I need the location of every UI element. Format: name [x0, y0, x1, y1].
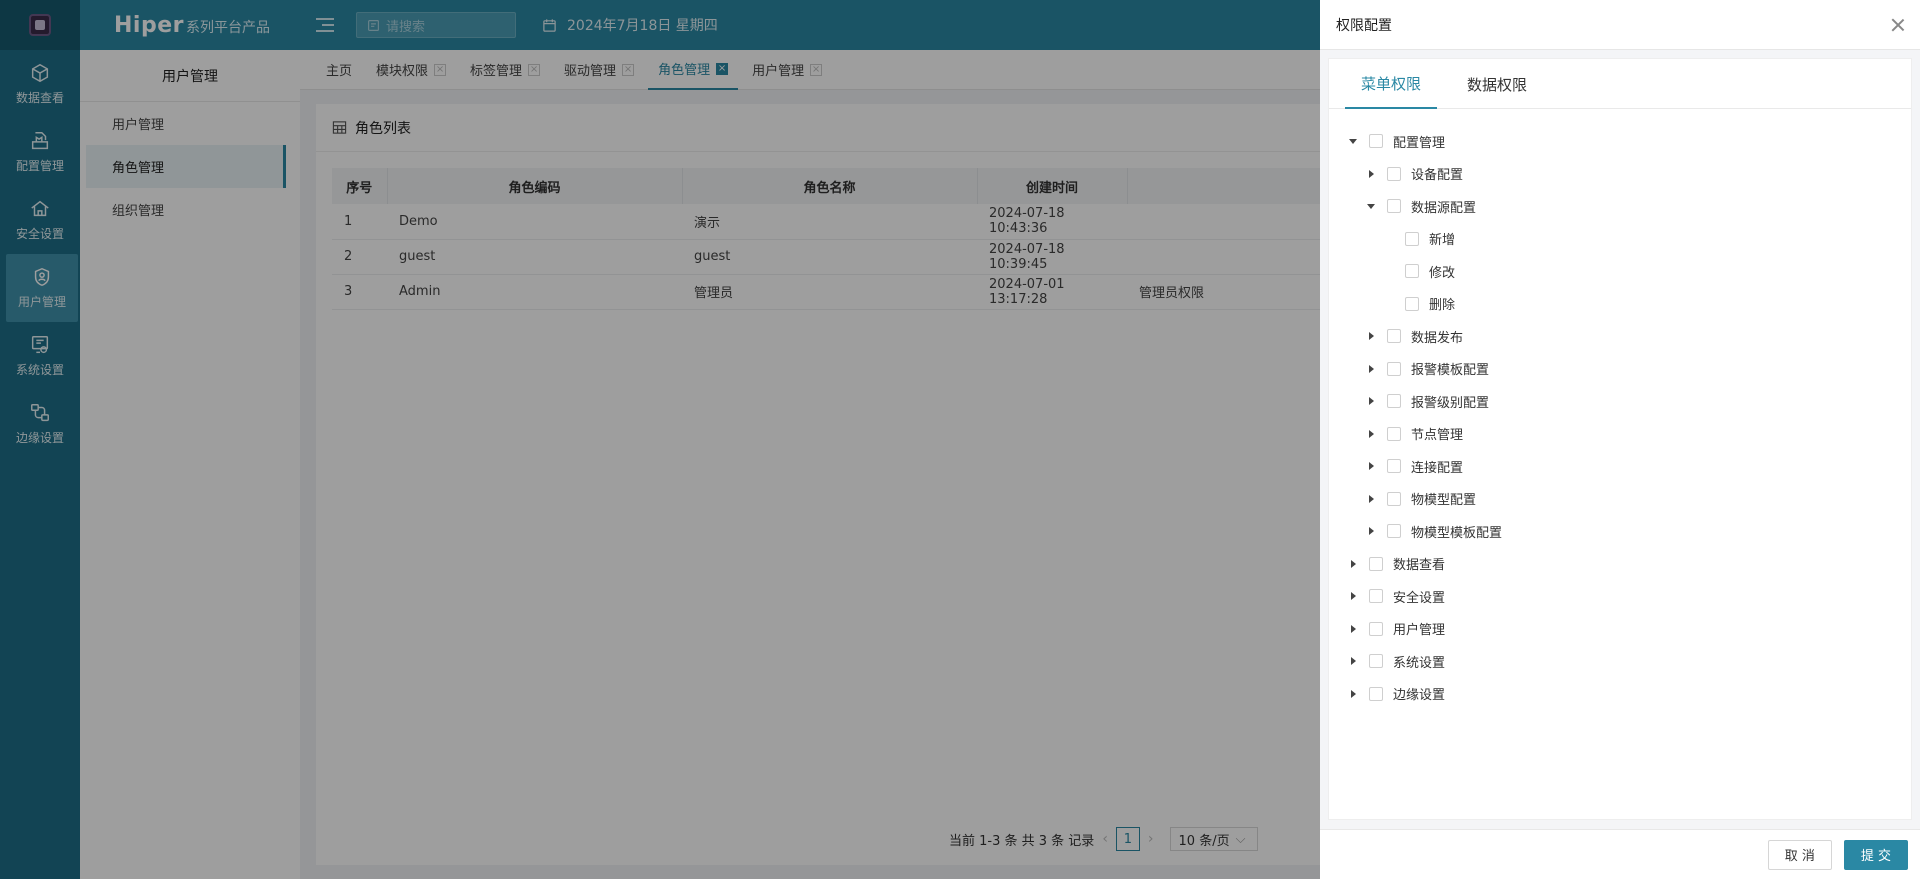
tree-node-checkbox[interactable]	[1369, 556, 1383, 571]
tree-node-checkbox[interactable]	[1387, 394, 1401, 409]
submit-button[interactable]: 提 交	[1843, 839, 1908, 870]
tree-node-label: 边缘设置	[1393, 688, 1446, 704]
caret-right-icon[interactable]	[1369, 462, 1374, 471]
caret-right-icon[interactable]	[1369, 397, 1374, 406]
tree-node-checkbox[interactable]	[1369, 589, 1383, 604]
caret-right-icon[interactable]	[1351, 624, 1356, 633]
cancel-button[interactable]: 取 消	[1767, 839, 1832, 870]
tree-node-label: 系统设置	[1393, 655, 1446, 671]
drawer-footer: 取 消 提 交	[1320, 829, 1920, 879]
tree-node-label: 报警级别配置	[1411, 395, 1490, 411]
tree-node[interactable]: 新增	[1329, 223, 1911, 256]
modal-mask[interactable]	[0, 0, 1320, 879]
close-icon[interactable]	[1890, 17, 1906, 33]
tree-node-checkbox[interactable]	[1387, 426, 1401, 441]
tree-node-checkbox[interactable]	[1387, 329, 1401, 344]
drawer-header: 权限配置	[1320, 0, 1920, 50]
tree-node[interactable]: 数据发布	[1329, 320, 1911, 353]
tree-node[interactable]: 数据源配置	[1329, 190, 1911, 223]
tree-node[interactable]: 数据查看	[1329, 548, 1911, 581]
caret-right-icon[interactable]	[1369, 527, 1374, 536]
tree-node-label: 安全设置	[1393, 590, 1446, 606]
tree-node-checkbox[interactable]	[1405, 231, 1419, 246]
tree-node-label: 数据发布	[1411, 330, 1464, 346]
drawer-title: 权限配置	[1336, 17, 1392, 34]
permission-tabs: 菜单权限 数据权限	[1329, 59, 1911, 109]
tree-node-label: 物模型配置	[1411, 493, 1477, 509]
caret-right-icon[interactable]	[1351, 689, 1356, 698]
caret-down-icon[interactable]	[1367, 203, 1375, 209]
tree-node[interactable]: 边缘设置	[1329, 678, 1911, 711]
tree-node-label: 配置管理	[1393, 135, 1446, 151]
tree-node[interactable]: 配置管理	[1329, 125, 1911, 158]
caret-right-icon[interactable]	[1369, 364, 1374, 373]
tab-data-permissions[interactable]: 数据权限	[1451, 59, 1543, 109]
tree-node[interactable]: 报警模板配置	[1329, 353, 1911, 386]
tree-node-label: 物模型模板配置	[1411, 525, 1503, 541]
tree-node[interactable]: 安全设置	[1329, 580, 1911, 613]
tree-node-checkbox[interactable]	[1369, 621, 1383, 636]
tab-menu-permissions[interactable]: 菜单权限	[1345, 59, 1438, 109]
caret-right-icon[interactable]	[1369, 429, 1374, 438]
tree-node[interactable]: 修改	[1329, 255, 1911, 288]
tree-node-label: 设备配置	[1411, 168, 1464, 184]
tree-node-checkbox[interactable]	[1369, 134, 1383, 149]
caret-right-icon[interactable]	[1369, 494, 1374, 503]
caret-down-icon[interactable]	[1349, 138, 1357, 144]
tree-node-label: 数据源配置	[1411, 200, 1477, 216]
tree-node-label: 节点管理	[1411, 428, 1464, 444]
tree-node-label: 报警模板配置	[1411, 363, 1490, 379]
tree-node[interactable]: 报警级别配置	[1329, 385, 1911, 418]
tree-node-label: 数据查看	[1393, 558, 1446, 574]
tree-node-label: 修改	[1429, 265, 1456, 281]
drawer-body: 菜单权限 数据权限 配置管理设备配置数据源配置新增修改删除数据发布报警模板配置报…	[1328, 58, 1912, 820]
tree-node[interactable]: 设备配置	[1329, 158, 1911, 191]
tree-node-checkbox[interactable]	[1369, 654, 1383, 669]
caret-right-icon[interactable]	[1351, 559, 1356, 568]
caret-right-icon[interactable]	[1369, 332, 1374, 341]
tree-node[interactable]: 节点管理	[1329, 418, 1911, 451]
tree-node-label: 新增	[1429, 233, 1456, 249]
tree-node[interactable]: 连接配置	[1329, 450, 1911, 483]
tree-node[interactable]: 用户管理	[1329, 613, 1911, 646]
tree-node-checkbox[interactable]	[1405, 296, 1419, 311]
tree-node-checkbox[interactable]	[1387, 166, 1401, 181]
caret-right-icon[interactable]	[1369, 169, 1374, 178]
tree-node[interactable]: 物模型模板配置	[1329, 515, 1911, 548]
tree-node-label: 用户管理	[1393, 623, 1446, 639]
tree-node-label: 连接配置	[1411, 460, 1464, 476]
tree-node-checkbox[interactable]	[1387, 491, 1401, 506]
tree-node-checkbox[interactable]	[1405, 264, 1419, 279]
tree-node-checkbox[interactable]	[1387, 524, 1401, 539]
tree-node[interactable]: 物模型配置	[1329, 483, 1911, 516]
tree-node[interactable]: 删除	[1329, 288, 1911, 321]
tree-node-label: 删除	[1429, 298, 1456, 314]
tree-node-checkbox[interactable]	[1387, 361, 1401, 376]
permission-tree: 配置管理设备配置数据源配置新增修改删除数据发布报警模板配置 报警级别配置 节点管理连…	[1329, 125, 1911, 710]
tree-node[interactable]: 系统设置	[1329, 645, 1911, 678]
permission-drawer: 权限配置 菜单权限 数据权限 配置管理设备配置数据源配置新增修改删除数据发布报警…	[1320, 0, 1920, 879]
tree-node-checkbox[interactable]	[1387, 459, 1401, 474]
caret-right-icon[interactable]	[1351, 592, 1356, 601]
tree-node-checkbox[interactable]	[1387, 199, 1401, 214]
tree-node-checkbox[interactable]	[1369, 686, 1383, 701]
caret-right-icon[interactable]	[1351, 657, 1356, 666]
